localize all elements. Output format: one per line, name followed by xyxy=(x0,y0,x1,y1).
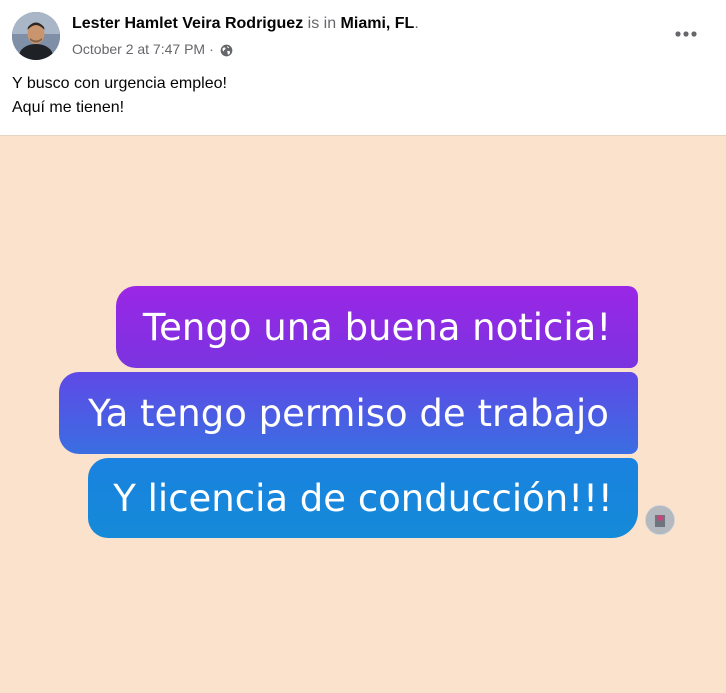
location-link[interactable]: Miami, FL xyxy=(341,15,415,32)
chat-bubble-2: Ya tengo permiso de trabajo xyxy=(59,372,638,454)
post-message: Y busco con urgencia empleo! Aquí me tie… xyxy=(12,72,712,120)
more-horizontal-icon xyxy=(675,31,697,37)
post-meta: October 2 at 7:47 PM · xyxy=(72,40,233,58)
avatar[interactable] xyxy=(12,12,60,60)
globe-icon[interactable] xyxy=(220,43,233,56)
post-header: Lester Hamlet Veira Rodriguez is in Miam… xyxy=(0,0,726,68)
avatar-photo xyxy=(12,12,60,60)
location-period: . xyxy=(414,15,419,32)
author-name[interactable]: Lester Hamlet Veira Rodriguez xyxy=(72,15,303,32)
post-image[interactable]: Tengo una buena noticia! Ya tengo permis… xyxy=(0,135,726,693)
author-line: Lester Hamlet Veira Rodriguez is in Miam… xyxy=(72,14,419,34)
post-message-line-2: Aquí me tienen! xyxy=(12,99,125,116)
chat-bubble-1: Tengo una buena noticia! xyxy=(116,286,638,368)
post-message-line-1: Y busco con urgencia empleo! xyxy=(12,75,227,92)
chat-bubble-3: Y licencia de conducción!!! xyxy=(88,458,638,538)
meta-separator: · xyxy=(209,41,214,57)
is-in-label: is in xyxy=(307,15,337,32)
read-receipt-avatar xyxy=(645,505,675,535)
more-options-button[interactable] xyxy=(668,22,704,46)
post-timestamp[interactable]: October 2 at 7:47 PM xyxy=(72,40,205,58)
